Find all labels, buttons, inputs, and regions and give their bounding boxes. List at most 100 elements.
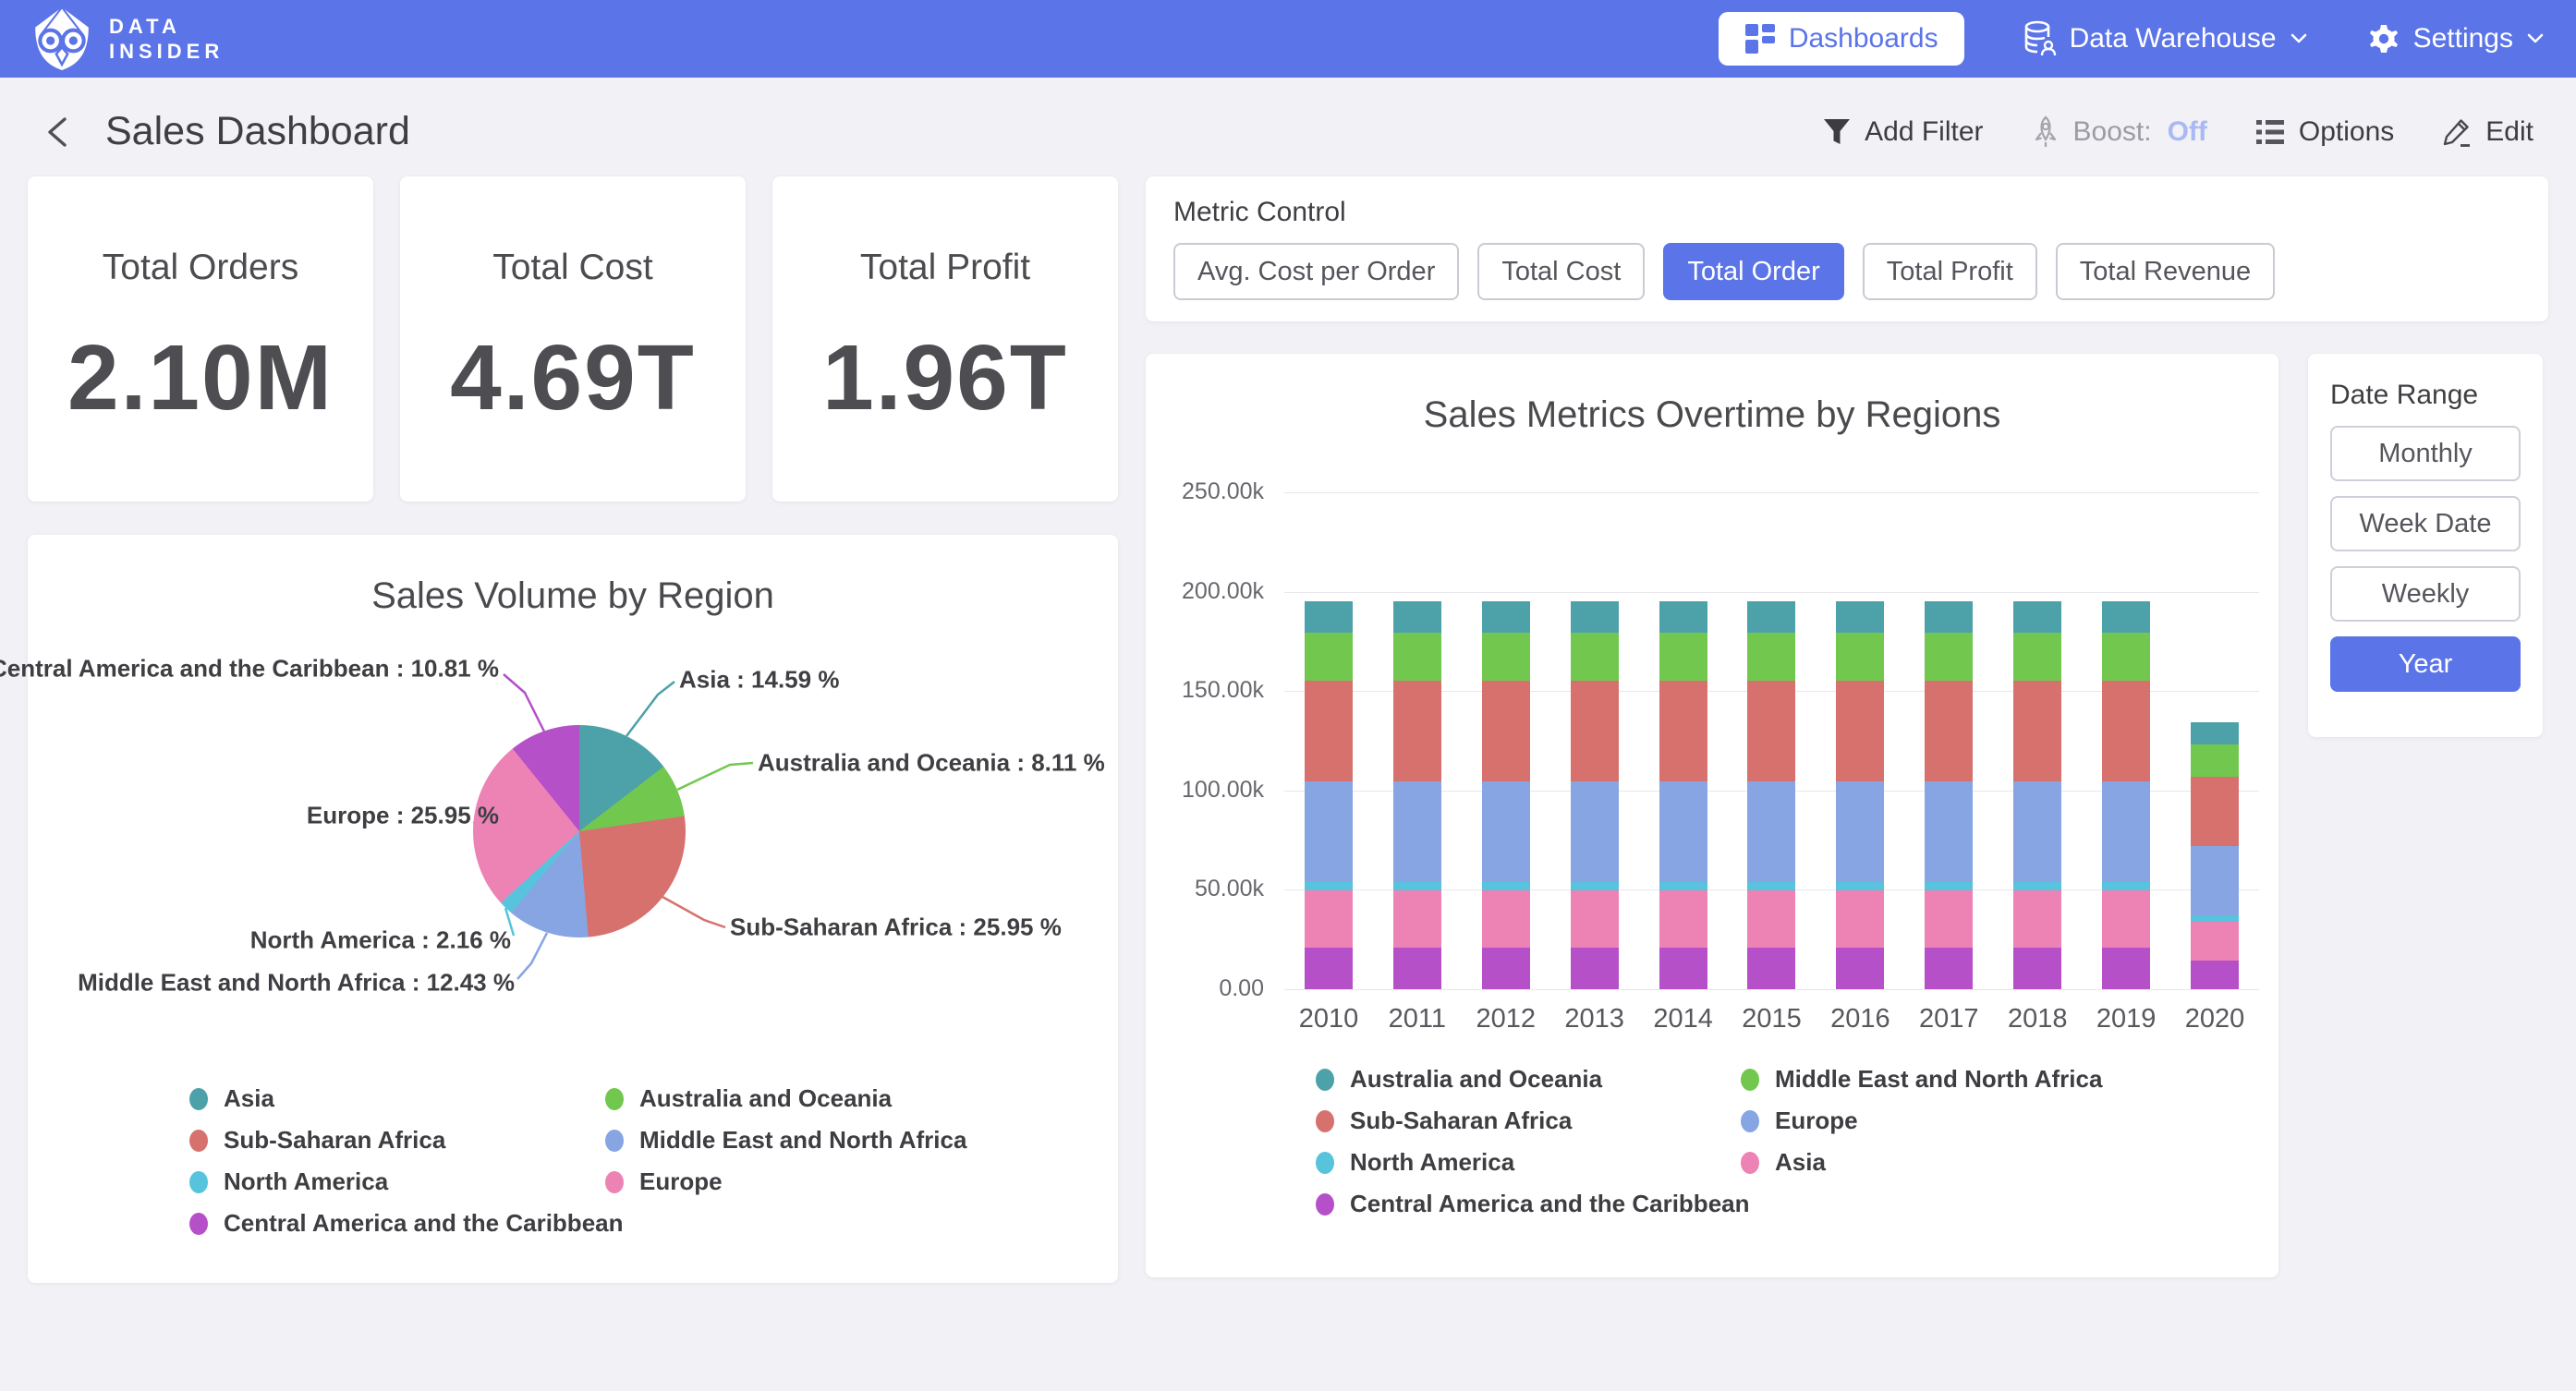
bar-stack-2012 (1482, 601, 1530, 989)
metric-option-total-order[interactable]: Total Order (1663, 243, 1843, 300)
bar-segment-middle-east-and-north-africa (2191, 744, 2239, 778)
database-icon (2023, 20, 2057, 57)
legend-item-north-america[interactable]: North America (1316, 1148, 1741, 1177)
bar-column-2012[interactable] (1462, 492, 1550, 989)
date-range-option-weekly[interactable]: Weekly (2330, 566, 2521, 622)
date-range-option-monthly[interactable]: Monthly (2330, 426, 2521, 481)
pie-slice-label-sub-saharan-africa: Sub-Saharan Africa : 25.95 % (730, 913, 1062, 942)
legend-item-europe[interactable]: Europe (605, 1167, 1118, 1196)
date-range-title: Date Range (2330, 380, 2521, 411)
metric-option-avg-cost-per-order[interactable]: Avg. Cost per Order (1173, 243, 1459, 300)
legend-item-asia[interactable]: Asia (189, 1084, 605, 1113)
bar-column-2011[interactable] (1373, 492, 1462, 989)
page-title: Sales Dashboard (105, 109, 410, 154)
boost-toggle[interactable]: Boost: Off (2032, 115, 2207, 149)
bar-column-2015[interactable] (1728, 492, 1817, 989)
kpi-value: 2.10M (67, 325, 334, 431)
bar-segment-north-america (1925, 882, 1973, 890)
legend-dot-icon (1316, 1152, 1334, 1174)
bar-segment-north-america (1659, 882, 1707, 890)
date-range-option-week-date[interactable]: Week Date (2330, 496, 2521, 551)
kpi-row: Total Orders 2.10M Total Cost 4.69T Tota… (28, 176, 1118, 502)
x-axis-label-2019: 2019 (2082, 1004, 2170, 1034)
legend-item-sub-saharan-africa[interactable]: Sub-Saharan Africa (1316, 1107, 1741, 1135)
bar-legend: Australia and Oceania Sub-Saharan Africa N… (1316, 1065, 2102, 1218)
legend-label: Sub-Saharan Africa (1350, 1107, 1572, 1135)
bar-column-2010[interactable] (1284, 492, 1373, 989)
kpi-title: Total Cost (492, 248, 652, 288)
bar-segment-europe (1305, 781, 1353, 882)
bar-segment-asia (2191, 922, 2239, 961)
metric-option-total-cost[interactable]: Total Cost (1477, 243, 1645, 300)
left-column: Total Orders 2.10M Total Cost 4.69T Tota… (28, 176, 1118, 1283)
nav-item-dashboards[interactable]: Dashboards (1719, 12, 1964, 66)
legend-dot-icon (1741, 1152, 1759, 1174)
bar-segment-europe (1747, 781, 1795, 882)
pie-chart[interactable] (473, 725, 686, 937)
bar-segment-central-america-and-the-caribbean (1925, 948, 1973, 989)
bar-column-2018[interactable] (1993, 492, 2082, 989)
bar-column-2013[interactable] (1550, 492, 1639, 989)
right-column: Metric Control Avg. Cost per OrderTotal … (1146, 176, 2548, 1283)
legend-label: Asia (224, 1084, 274, 1113)
options-button[interactable]: Options (2255, 116, 2394, 148)
bar-column-2019[interactable] (2082, 492, 2170, 989)
legend-item-middle-east-and-north-africa[interactable]: Middle East and North Africa (1741, 1065, 2102, 1094)
bar-segment-middle-east-and-north-africa (1393, 633, 1441, 681)
legend-dot-icon (1316, 1193, 1334, 1216)
pie-slice-label-australia-and-oceania: Australia and Oceania : 8.11 % (758, 749, 1105, 778)
metric-option-total-profit[interactable]: Total Profit (1863, 243, 2037, 300)
bar-segment-north-america (1571, 882, 1619, 890)
kpi-value: 4.69T (450, 325, 696, 431)
navbar-menu: Dashboards Data Warehouse (1719, 12, 2545, 66)
bar-column-2020[interactable] (2170, 492, 2259, 989)
bar-segment-australia-and-oceania (1925, 601, 1973, 633)
bar-segment-europe (1836, 781, 1884, 882)
chevron-down-icon (2526, 32, 2545, 45)
bar-plot[interactable] (1284, 492, 2259, 989)
bar-segment-north-america (2102, 882, 2150, 890)
legend-item-asia[interactable]: Asia (1741, 1148, 2102, 1177)
bar-segment-central-america-and-the-caribbean (2013, 948, 2061, 989)
legend-item-australia-and-oceania[interactable]: Australia and Oceania (605, 1084, 1118, 1113)
brand-logo[interactable]: DATA INSIDER (31, 6, 224, 72)
bar-segment-asia (1393, 890, 1441, 947)
pie-chart-title: Sales Volume by Region (28, 535, 1118, 617)
bar-segment-europe (2013, 781, 2061, 882)
legend-item-australia-and-oceania[interactable]: Australia and Oceania (1316, 1065, 1741, 1094)
add-filter-button[interactable]: Add Filter (1823, 116, 1983, 148)
bar-column-2016[interactable] (1816, 492, 1904, 989)
legend-item-sub-saharan-africa[interactable]: Sub-Saharan Africa (189, 1126, 605, 1155)
legend-item-north-america[interactable]: North America (189, 1167, 605, 1196)
legend-item-central-america-and-the-caribbean[interactable]: Central America and the Caribbean (1316, 1190, 1741, 1218)
nav-item-settings[interactable]: Settings (2367, 22, 2545, 55)
bar-segment-asia (1305, 890, 1353, 947)
bar-segment-north-america (1747, 882, 1795, 890)
nav-item-data-warehouse[interactable]: Data Warehouse (2023, 20, 2308, 57)
bar-column-2014[interactable] (1639, 492, 1728, 989)
pie-chart-card: Sales Volume by Region Asia : 14.59 %Aus… (28, 535, 1118, 1283)
bar-segment-europe (1482, 781, 1530, 882)
bar-segment-central-america-and-the-caribbean (2102, 948, 2150, 989)
bar-segment-sub-saharan-africa (1659, 681, 1707, 781)
legend-item-central-america-and-the-caribbean[interactable]: Central America and the Caribbean (189, 1209, 605, 1238)
bar-segment-central-america-and-the-caribbean (1747, 948, 1795, 989)
bar-segment-europe (1925, 781, 1973, 882)
x-axis-label-2016: 2016 (1816, 1004, 1904, 1034)
legend-item-europe[interactable]: Europe (1741, 1107, 2102, 1135)
legend-dot-icon (189, 1088, 208, 1110)
metric-option-total-revenue[interactable]: Total Revenue (2056, 243, 2275, 300)
date-range-option-year[interactable]: Year (2330, 636, 2521, 692)
bar-bars (1284, 492, 2259, 989)
date-range-options: Monthly Week Date Weekly Year (2330, 426, 2521, 692)
legend-label: Australia and Oceania (1350, 1065, 1602, 1094)
kpi-title: Total Profit (860, 248, 1030, 288)
back-button[interactable] (43, 112, 72, 152)
bar-column-2017[interactable] (1904, 492, 1993, 989)
pencil-icon (2442, 116, 2472, 148)
bar-segment-australia-and-oceania (2013, 601, 2061, 633)
bar-chart-title: Sales Metrics Overtime by Regions (1146, 354, 2278, 436)
bar-segment-asia (1571, 890, 1619, 947)
edit-button[interactable]: Edit (2442, 116, 2533, 148)
legend-item-middle-east-and-north-africa[interactable]: Middle East and North Africa (605, 1126, 1118, 1155)
